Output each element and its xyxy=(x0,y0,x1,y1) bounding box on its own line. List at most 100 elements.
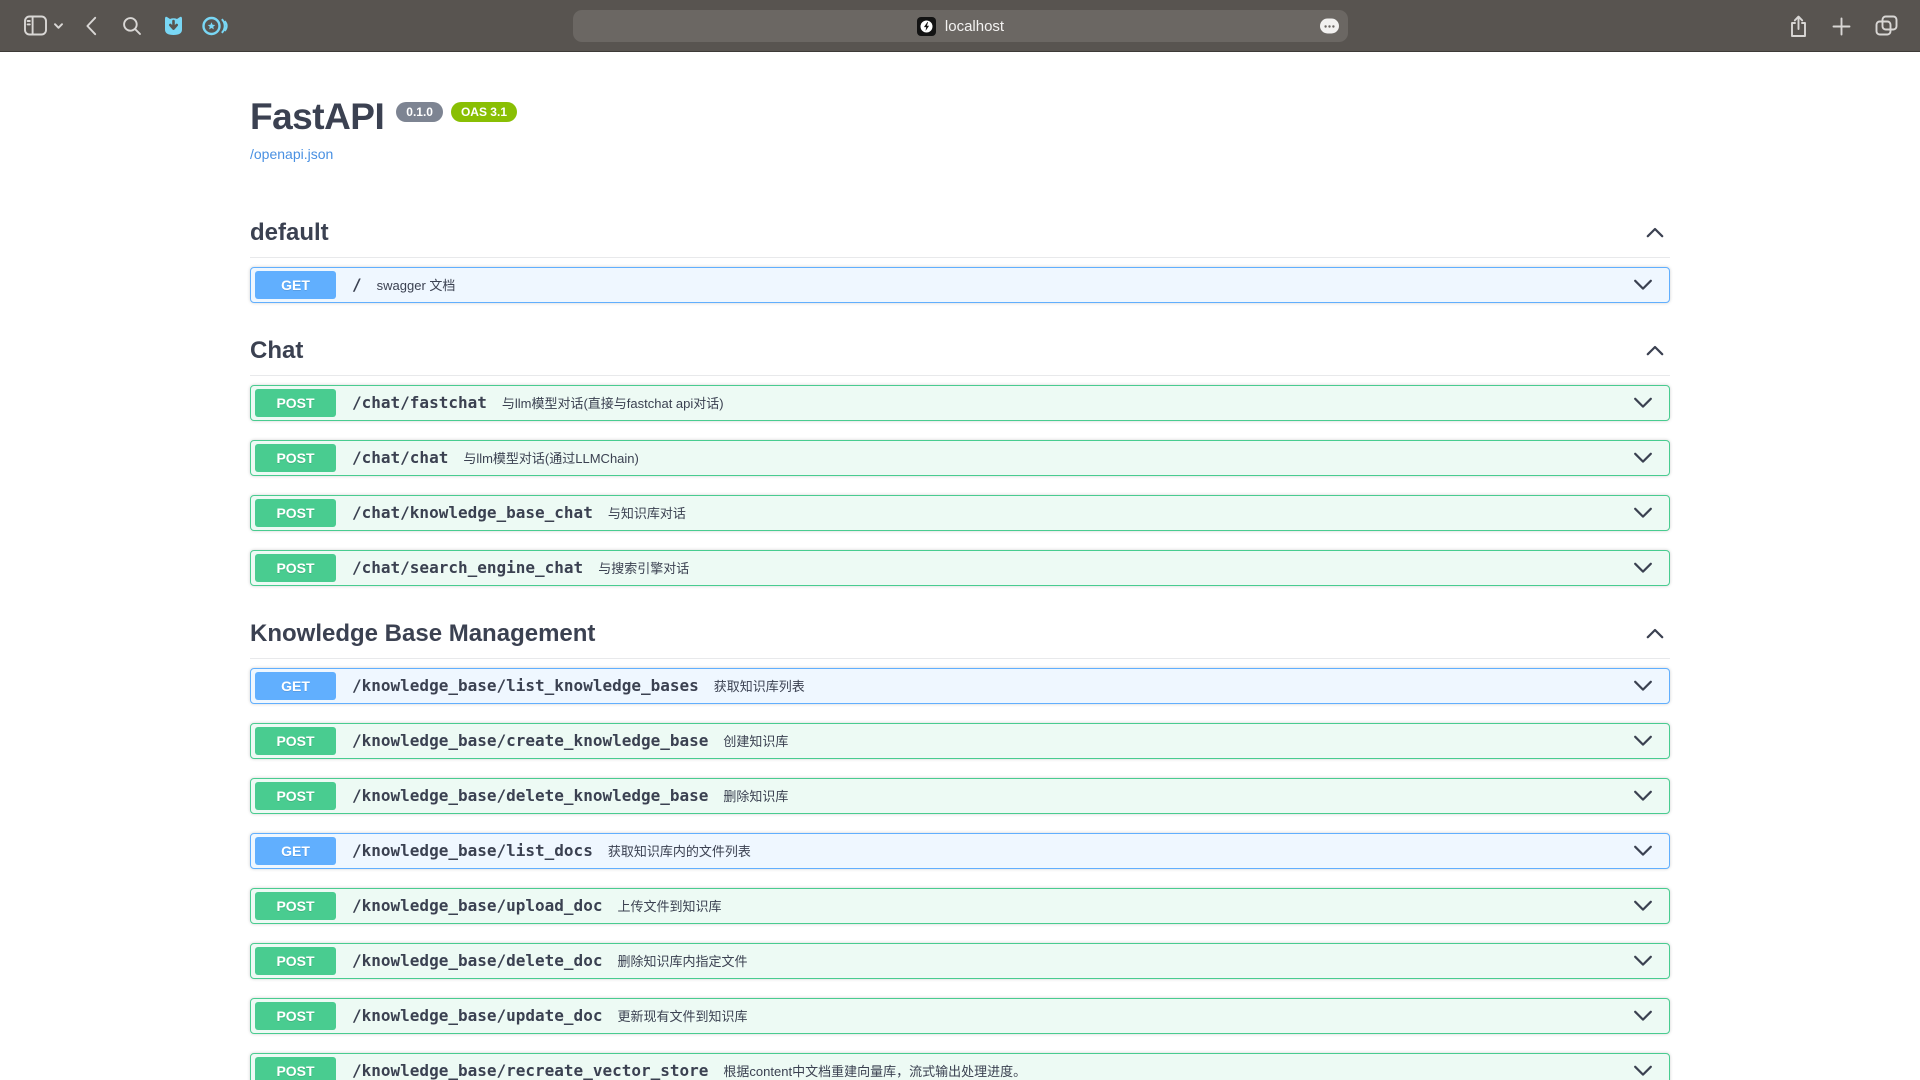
sidebar-menu-button[interactable] xyxy=(50,11,66,41)
search-icon xyxy=(122,16,142,36)
endpoint-expand-button[interactable] xyxy=(1627,393,1659,413)
chevron-down-icon xyxy=(1633,845,1653,857)
sidebar-icon xyxy=(24,15,47,36)
section-title: Chat xyxy=(250,337,303,365)
section-collapse-button[interactable] xyxy=(1640,624,1670,643)
new-tab-icon xyxy=(1832,17,1851,36)
endpoint-post-knowledge_base-delete_doc[interactable]: POST /knowledge_base/delete_doc 删除知识库内指定… xyxy=(250,943,1670,979)
endpoint-path: /knowledge_base/create_knowledge_base xyxy=(352,731,708,750)
endpoint-path: /knowledge_base/list_docs xyxy=(352,841,593,860)
endpoint-post-chat-search_engine_chat[interactable]: POST /chat/search_engine_chat 与搜索引擎对话 xyxy=(250,550,1670,586)
method-badge: POST xyxy=(255,554,336,582)
tab-overview-icon xyxy=(1875,15,1898,37)
endpoint-path: /knowledge_base/upload_doc xyxy=(352,896,602,915)
endpoint-description: 获取知识库内的文件列表 xyxy=(608,841,751,860)
sidebar-toggle-button[interactable] xyxy=(20,11,50,41)
chevron-down-icon xyxy=(1633,562,1653,574)
endpoint-path: /knowledge_base/delete_knowledge_base xyxy=(352,786,708,805)
endpoint-path: /chat/chat xyxy=(352,448,448,467)
method-badge: POST xyxy=(255,947,336,975)
endpoint-list: GET /knowledge_base/list_knowledge_bases… xyxy=(250,659,1670,1080)
extension-radar-icon xyxy=(201,14,228,38)
chevron-down-icon xyxy=(1633,1010,1653,1022)
endpoint-expand-button[interactable] xyxy=(1627,448,1659,468)
method-badge: POST xyxy=(255,499,336,527)
endpoint-post-knowledge_base-update_doc[interactable]: POST /knowledge_base/update_doc 更新现有文件到知… xyxy=(250,998,1670,1034)
endpoint-post-knowledge_base-upload_doc[interactable]: POST /knowledge_base/upload_doc 上传文件到知识库 xyxy=(250,888,1670,924)
browser-toolbar: localhost xyxy=(0,0,1920,52)
method-badge: POST xyxy=(255,444,336,472)
endpoint-expand-button[interactable] xyxy=(1627,1006,1659,1026)
endpoint-description: 与搜索引擎对话 xyxy=(598,558,689,577)
section-knowledge-base-management: Knowledge Base Management GET /knowledge… xyxy=(250,605,1670,1080)
new-tab-button[interactable] xyxy=(1832,17,1851,36)
swagger-page: FastAPI 0.1.0 OAS 3.1 /openapi.json defa… xyxy=(0,52,1920,1080)
tab-overview-button[interactable] xyxy=(1875,15,1898,37)
chevron-down-icon xyxy=(1633,955,1653,967)
page-settings-button[interactable] xyxy=(1320,19,1339,34)
version-badge: 0.1.0 xyxy=(396,102,443,122)
endpoint-expand-button[interactable] xyxy=(1627,951,1659,971)
chevron-down-icon xyxy=(1633,279,1653,291)
endpoint-expand-button[interactable] xyxy=(1627,275,1659,295)
chevron-up-icon xyxy=(1646,628,1664,639)
endpoint-description: 删除知识库 xyxy=(723,786,788,805)
endpoint-expand-button[interactable] xyxy=(1627,503,1659,523)
extension-shield-icon xyxy=(161,13,186,38)
endpoint-path: /knowledge_base/update_doc xyxy=(352,1006,602,1025)
toolbar-left-group xyxy=(0,11,234,41)
endpoint-expand-button[interactable] xyxy=(1627,896,1659,916)
endpoint-post-chat-fastchat[interactable]: POST /chat/fastchat 与llm模型对话(直接与fastchat… xyxy=(250,385,1670,421)
endpoint-description: 删除知识库内指定文件 xyxy=(617,951,747,970)
endpoint-path: /chat/knowledge_base_chat xyxy=(352,503,593,522)
endpoint-expand-button[interactable] xyxy=(1627,786,1659,806)
endpoint-get-knowledge_base-list_knowledge_bases[interactable]: GET /knowledge_base/list_knowledge_bases… xyxy=(250,668,1670,704)
endpoint-expand-button[interactable] xyxy=(1627,558,1659,578)
section-chat: Chat POST /chat/fastchat 与llm模型对话(直接与fas… xyxy=(250,322,1670,586)
share-button[interactable] xyxy=(1789,15,1808,38)
openapi-spec-link[interactable]: /openapi.json xyxy=(250,146,333,162)
extension-shield-button[interactable] xyxy=(154,11,192,41)
endpoint-post-knowledge_base-create_knowledge_base[interactable]: POST /knowledge_base/create_knowledge_ba… xyxy=(250,723,1670,759)
extension-radar-button[interactable] xyxy=(194,11,234,41)
chevron-down-icon xyxy=(1633,507,1653,519)
section-collapse-button[interactable] xyxy=(1640,341,1670,360)
section-collapse-button[interactable] xyxy=(1640,223,1670,242)
method-badge: GET xyxy=(255,837,336,865)
address-bar[interactable]: localhost xyxy=(573,10,1348,42)
endpoint-expand-button[interactable] xyxy=(1627,841,1659,861)
endpoint-post-knowledge_base-delete_knowledge_base[interactable]: POST /knowledge_base/delete_knowledge_ba… xyxy=(250,778,1670,814)
endpoint-get-knowledge_base-list_docs[interactable]: GET /knowledge_base/list_docs 获取知识库内的文件列… xyxy=(250,833,1670,869)
chevron-down-icon xyxy=(1633,397,1653,409)
endpoint-expand-button[interactable] xyxy=(1627,676,1659,696)
endpoint-description: 与llm模型对话(直接与fastchat api对话) xyxy=(502,393,724,412)
endpoint-post-chat-chat[interactable]: POST /chat/chat 与llm模型对话(通过LLMChain) xyxy=(250,440,1670,476)
api-info: FastAPI 0.1.0 OAS 3.1 /openapi.json xyxy=(250,52,1670,164)
section-header[interactable]: default xyxy=(250,219,1670,258)
back-button[interactable] xyxy=(74,11,108,41)
browser-window: localhost xyxy=(0,0,1920,1080)
endpoint-post-knowledge_base-recreate_vector_store[interactable]: POST /knowledge_base/recreate_vector_sto… xyxy=(250,1053,1670,1080)
endpoint-list: POST /chat/fastchat 与llm模型对话(直接与fastchat… xyxy=(250,376,1670,586)
page-title: FastAPI xyxy=(250,98,384,137)
endpoint-expand-button[interactable] xyxy=(1627,1061,1659,1080)
endpoint-expand-button[interactable] xyxy=(1627,731,1659,751)
chevron-down-icon xyxy=(1633,1065,1653,1077)
endpoint-description: swagger 文档 xyxy=(377,275,456,294)
endpoint-description: 根据content中文档重建向量库，流式输出处理进度。 xyxy=(723,1061,1026,1080)
content-wrapper: FastAPI 0.1.0 OAS 3.1 /openapi.json defa… xyxy=(250,52,1670,1080)
section-header[interactable]: Chat xyxy=(250,337,1670,376)
method-badge: POST xyxy=(255,1002,336,1030)
endpoint-post-chat-knowledge_base_chat[interactable]: POST /chat/knowledge_base_chat 与知识库对话 xyxy=(250,495,1670,531)
section-title: default xyxy=(250,219,329,247)
ellipsis-icon xyxy=(1324,24,1335,28)
fastapi-bolt-icon xyxy=(919,19,934,34)
endpoint-description: 获取知识库列表 xyxy=(714,676,805,695)
section-header[interactable]: Knowledge Base Management xyxy=(250,620,1670,659)
title-badges: 0.1.0 OAS 3.1 xyxy=(396,102,517,122)
search-button[interactable] xyxy=(114,11,150,41)
endpoint-path: /knowledge_base/list_knowledge_bases xyxy=(352,676,699,695)
endpoint-description: 与llm模型对话(通过LLMChain) xyxy=(463,448,639,467)
method-badge: GET xyxy=(255,271,336,299)
endpoint-get-root[interactable]: GET / swagger 文档 xyxy=(250,267,1670,303)
